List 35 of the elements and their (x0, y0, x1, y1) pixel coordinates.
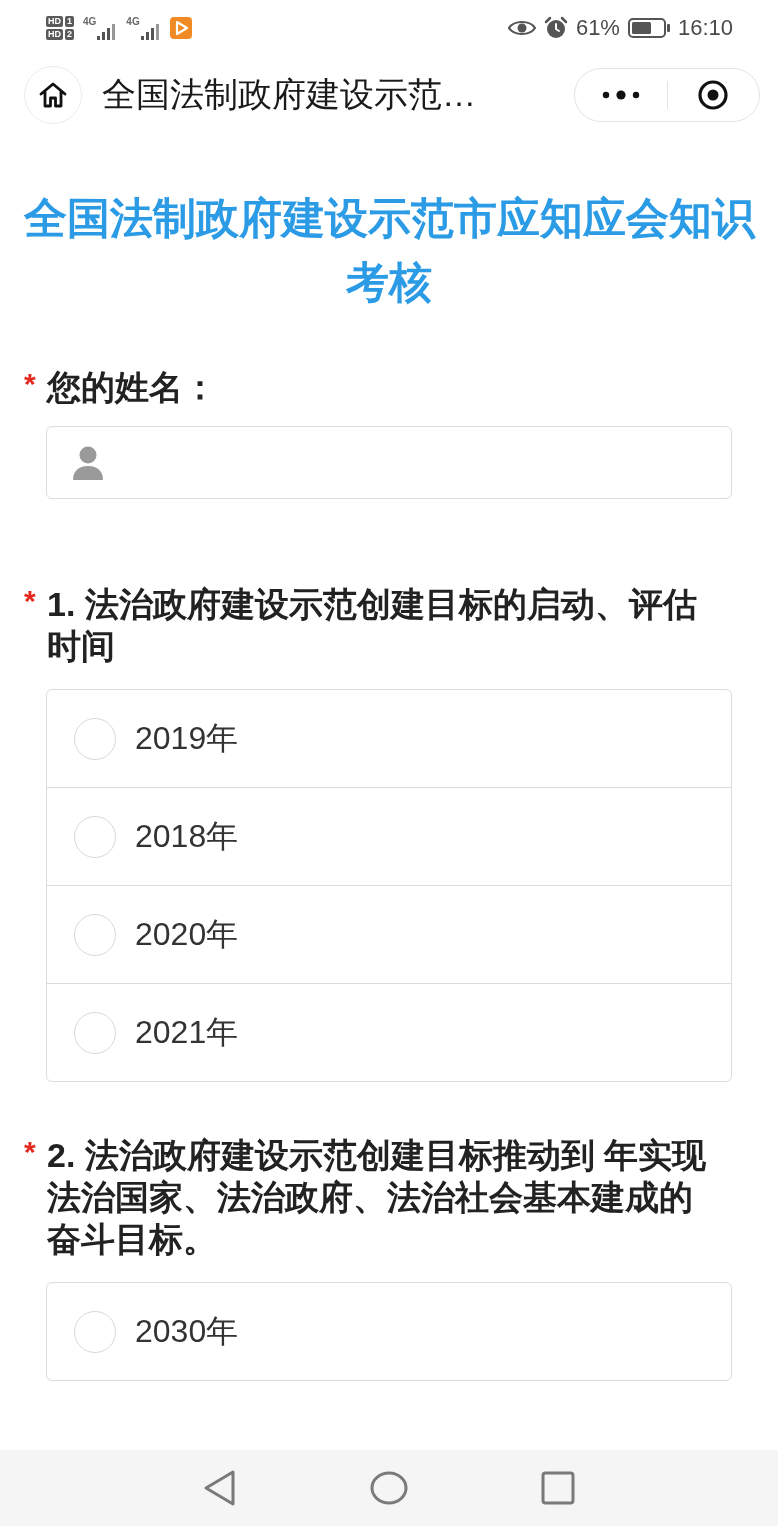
battery-icon (627, 18, 670, 38)
radio-option[interactable]: 2019年 (47, 690, 731, 787)
radio-option[interactable]: 2030年 (47, 1283, 731, 1380)
question-text: 1. 法治政府建设示范创建目标的启动、评估时间 (47, 584, 698, 667)
required-mark: * (24, 583, 37, 619)
home-circle-icon[interactable] (370, 1471, 408, 1505)
clock-time: 16:10 (677, 15, 733, 41)
back-icon[interactable] (203, 1469, 237, 1507)
network-type: 4G (83, 16, 97, 27)
network-type: 4G (126, 16, 140, 27)
field-label: 您的姓名： (47, 367, 218, 408)
signal-icon (140, 24, 161, 40)
person-icon (70, 444, 106, 481)
sim-number: 2 (65, 29, 74, 40)
radio-option[interactable]: 2021年 (47, 983, 731, 1081)
signal-icon (97, 24, 118, 40)
required-mark: * (24, 1134, 37, 1170)
sim-number: 1 (65, 16, 74, 27)
play-icon (169, 17, 192, 39)
required-mark: * (24, 366, 37, 402)
home-icon (39, 82, 67, 108)
battery-percent: 61% (575, 15, 620, 41)
recents-icon[interactable] (541, 1471, 575, 1505)
alarm-clock-icon (543, 16, 568, 40)
hd-label: HD (46, 29, 63, 40)
radio-option[interactable]: 2018年 (47, 787, 731, 885)
circle-dot-icon (698, 80, 729, 110)
radio-option[interactable]: 2020年 (47, 885, 731, 983)
hd-label: HD (46, 16, 63, 27)
question-text: 2. 法治政府建设示范创建目标推动到 年实现法治国家、法治政府、法治社会基本建成的奋斗目标。 (47, 1135, 708, 1260)
eye-icon (507, 19, 536, 37)
page-title: 全国法制政府建设示范… (102, 74, 477, 115)
form-title: 全国法制政府建设示范市应知应会知识考核 (22, 193, 757, 308)
name-input-field[interactable] (46, 426, 732, 499)
more-icon (601, 90, 640, 100)
